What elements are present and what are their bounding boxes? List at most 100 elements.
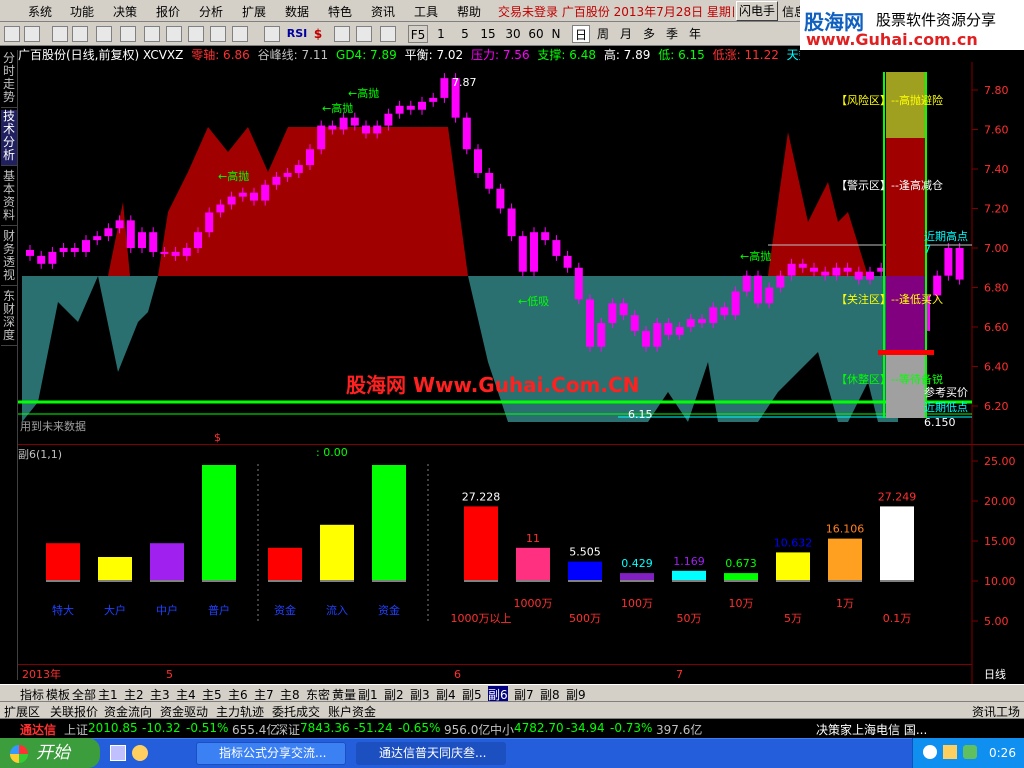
- menu-decision[interactable]: 决策: [113, 3, 137, 20]
- period-1-button[interactable]: 1: [434, 25, 448, 43]
- pencil-icon[interactable]: [380, 26, 396, 42]
- page-icon[interactable]: [96, 26, 112, 42]
- side-tab-finance[interactable]: 财务透视: [1, 230, 17, 286]
- server-info[interactable]: 决策家上海电信 国...: [816, 721, 927, 738]
- side-tab-basic[interactable]: 基本资料: [1, 170, 17, 226]
- cycle-multi-button[interactable]: 多: [640, 25, 658, 43]
- line-chart-icon[interactable]: [264, 26, 280, 42]
- tray-clock: 0:26: [989, 746, 1016, 760]
- forward-icon[interactable]: [24, 26, 40, 42]
- candle-body: [115, 220, 124, 229]
- sub-tick-label: 25.00: [984, 455, 1016, 468]
- price-tick-label: 6.40: [984, 361, 1009, 374]
- candle-body: [765, 287, 774, 304]
- show-desktop-icon[interactable]: [110, 745, 126, 761]
- taskbar-item-forum[interactable]: 指标公式分享交流...: [196, 742, 346, 765]
- price-tick-label: 7.40: [984, 163, 1009, 176]
- candle-body: [754, 275, 762, 304]
- taskbar-item-tdx[interactable]: 通达信普天同庆叁...: [356, 742, 506, 765]
- period-15-button[interactable]: 15: [478, 25, 498, 43]
- menu-quote[interactable]: 报价: [156, 3, 180, 20]
- table-icon[interactable]: [166, 26, 182, 42]
- menu-data[interactable]: 数据: [285, 3, 309, 20]
- bar-label: 资金: [274, 603, 296, 617]
- period-n-button[interactable]: N: [549, 25, 563, 43]
- f2-icon[interactable]: [188, 26, 204, 42]
- cycle-week-button[interactable]: 周: [594, 25, 612, 43]
- candle-body: [250, 192, 258, 201]
- candle-body: [306, 149, 314, 166]
- candle-body: [37, 255, 46, 264]
- zone-warning-label: 【警示区】--逢高减仓: [836, 178, 943, 192]
- period-30-button[interactable]: 30: [503, 25, 523, 43]
- back-icon[interactable]: [4, 26, 20, 42]
- main-price-chart[interactable]: 7.80 7.60 7.40 7.20 7.00 6.80 6.60 6.40 6.20 7.8…: [18, 62, 1024, 444]
- flash-trade-button[interactable]: 闪电手: [736, 1, 778, 21]
- side-tab-depth[interactable]: 东财深度: [1, 290, 17, 346]
- pressure-value: 压力: 7.56: [471, 48, 530, 62]
- menu-function[interactable]: 功能: [70, 3, 94, 20]
- fin-icon[interactable]: [120, 26, 136, 42]
- support-value: 支撑: 6.48: [537, 48, 596, 62]
- tray-network-icon[interactable]: [923, 745, 937, 759]
- cycle-quarter-button[interactable]: 季: [663, 25, 681, 43]
- menu-system[interactable]: 系统: [28, 3, 52, 20]
- candle-body: [238, 192, 247, 197]
- magnify-icon[interactable]: [232, 26, 248, 42]
- menu-news[interactable]: 资讯: [371, 3, 395, 20]
- side-tab-technical[interactable]: 技术分析: [1, 110, 17, 166]
- menu-tools[interactable]: 工具: [414, 3, 438, 20]
- candle-body: [373, 125, 382, 134]
- f5-button[interactable]: F5: [408, 25, 428, 43]
- candle-body: [283, 172, 292, 177]
- cycle-year-button[interactable]: 年: [686, 25, 704, 43]
- bar-value: 10.632: [774, 536, 813, 549]
- menu-extend[interactable]: 扩展: [242, 3, 266, 20]
- sh-amount: 655.4亿: [232, 723, 279, 737]
- move-icon[interactable]: [334, 26, 350, 42]
- menu-help[interactable]: 帮助: [457, 3, 481, 20]
- candle-body: [350, 117, 359, 126]
- period-60-button[interactable]: 60: [526, 25, 546, 43]
- zoom-icon[interactable]: [356, 26, 372, 42]
- sh-percent: -0.51%: [186, 721, 229, 735]
- candle-body: [70, 248, 79, 252]
- date-month-5: 5: [166, 668, 173, 681]
- recent-low-value: 6.150: [924, 416, 956, 429]
- gd4-value: GD4: 7.89: [336, 48, 397, 62]
- tray-volume-icon[interactable]: [943, 745, 957, 759]
- list-icon[interactable]: [72, 26, 88, 42]
- dollar-button[interactable]: $: [310, 25, 326, 43]
- chart-icon[interactable]: [144, 26, 160, 42]
- candle-body: [462, 117, 471, 150]
- menu-analysis[interactable]: 分析: [199, 3, 223, 20]
- candle-body: [843, 267, 852, 272]
- quick-launch-icon[interactable]: [132, 745, 148, 761]
- high-label: 7.87: [452, 76, 477, 89]
- period-5-button[interactable]: 5: [458, 25, 472, 43]
- capital-bar: [98, 557, 132, 580]
- candle-body: [787, 263, 796, 276]
- side-tab-timeshare[interactable]: 分时走势: [1, 52, 17, 108]
- candle-body: [810, 267, 818, 272]
- rsi-button[interactable]: RSI: [286, 25, 308, 43]
- sub-capital-chart[interactable]: 25.00 20.00 15.00 10.00 5.00 特大 大户 中户 普户 资金 流入 资金 2…: [18, 444, 1024, 664]
- f10-icon[interactable]: [210, 26, 226, 42]
- tray-app-icon[interactable]: [963, 745, 977, 759]
- price-tick-label: 7.60: [984, 124, 1009, 137]
- candle-body: [429, 97, 438, 102]
- side-tabs: 分时走势 技术分析 基本资料 财务透视 东财深度: [0, 50, 18, 680]
- high-value: 高: 7.89: [603, 48, 651, 62]
- ref-buy-label: 参考买价: [924, 385, 968, 399]
- bar-label: 0.1万: [883, 612, 912, 625]
- grid-icon[interactable]: [52, 26, 68, 42]
- cycle-month-button[interactable]: 月: [617, 25, 635, 43]
- candle-body: [496, 188, 505, 209]
- indicator-tabs: 指标 模板 全部 主1 主2 主3 主4 主5 主6 主7 主8 东密 黄量 副1 副2 副3 副4 副5 副6 副7…: [0, 684, 1024, 703]
- price-tick-label: 7.00: [984, 242, 1009, 255]
- capital-bar: [776, 552, 810, 580]
- candle-body: [474, 149, 482, 173]
- cycle-day-button[interactable]: 日: [572, 25, 590, 43]
- candle-body: [59, 248, 68, 252]
- menu-special[interactable]: 特色: [328, 3, 352, 20]
